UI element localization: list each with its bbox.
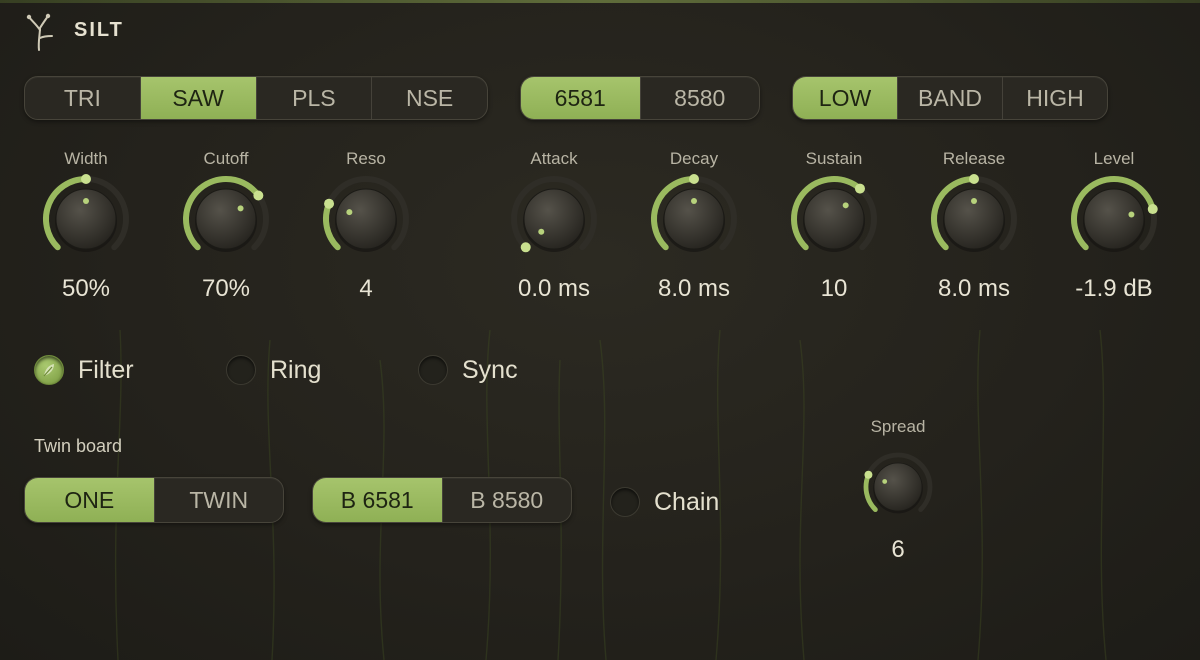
twin-mode-one[interactable]: ONE: [25, 478, 154, 522]
release-knob[interactable]: Release 8.0 ms: [904, 149, 1044, 329]
cutoff-knob-value: 70%: [201, 275, 251, 302]
cutoff-knob-label: Cutoff: [203, 149, 249, 168]
waveform-selector: TRI SAW PLS NSE: [24, 76, 488, 120]
filter-mode-low[interactable]: LOW: [793, 77, 897, 119]
attack-knob-value: 0.0 ms: [517, 275, 591, 302]
decay-dial[interactable]: [644, 169, 744, 269]
filter-mode-selector: LOW BAND HIGH: [792, 76, 1108, 120]
width-knob-label: Width: [64, 149, 108, 168]
level-dial[interactable]: [1064, 169, 1164, 269]
reso-knob-body: [335, 188, 397, 250]
level-knob-value: -1.9 dB: [1075, 275, 1153, 302]
width-pointer-dot: [83, 198, 89, 204]
release-dial[interactable]: [924, 169, 1024, 269]
sync-checkbox[interactable]: [418, 355, 448, 385]
width-arc-end-dot: [81, 174, 91, 184]
top-accent-line: [0, 0, 1200, 3]
twin-board-mode-selector: ONE TWIN: [24, 477, 284, 523]
filter-toggle[interactable]: Filter: [34, 355, 134, 385]
spread-knob[interactable]: Spread 6: [828, 417, 968, 597]
level-knob-label: Level: [1093, 149, 1135, 168]
width-dial[interactable]: [36, 169, 136, 269]
level-arc-end-dot: [1147, 204, 1158, 215]
width-knob-value: 50%: [61, 275, 111, 302]
sync-toggle-label: Sync: [462, 355, 518, 384]
brand-name: SILT: [74, 19, 124, 41]
reso-pointer-dot: [346, 209, 353, 216]
spread-dial[interactable]: [858, 447, 938, 527]
spread-knob-value: 6: [891, 536, 905, 563]
reso-knob[interactable]: Reso 4: [296, 149, 436, 329]
spread-knob-label: Spread: [870, 417, 926, 436]
level-knob-body: [1083, 188, 1145, 250]
attack-dial[interactable]: [504, 169, 604, 269]
chip-option-6581[interactable]: 6581: [521, 77, 640, 119]
attack-knob[interactable]: Attack 0.0 ms: [484, 149, 624, 329]
decay-pointer-dot: [691, 198, 697, 204]
board-chip-8580[interactable]: B 8580: [441, 478, 572, 522]
twin-mode-twin[interactable]: TWIN: [153, 478, 284, 522]
chip-option-8580[interactable]: 8580: [639, 77, 760, 119]
width-knob[interactable]: Width 50%: [16, 149, 156, 329]
cutoff-knob[interactable]: Cutoff 70%: [156, 149, 296, 329]
spread-knob-body: [873, 462, 923, 512]
chain-checkbox[interactable]: [610, 487, 640, 517]
level-pointer-dot: [1128, 211, 1135, 218]
decay-arc-end-dot: [689, 174, 699, 184]
reso-knob-value: 4: [359, 275, 373, 302]
ring-toggle-label: Ring: [270, 355, 322, 384]
attack-knob-body: [523, 188, 585, 250]
release-knob-value: 8.0 ms: [937, 275, 1011, 302]
cutoff-arc-end-dot: [253, 190, 264, 201]
sustain-pointer-dot: [842, 202, 849, 209]
attack-arc-end-dot: [520, 242, 531, 253]
filter-mode-band[interactable]: BAND: [897, 77, 1002, 119]
chain-toggle-label: Chain: [654, 487, 720, 516]
sustain-arc-end-dot: [854, 183, 865, 194]
decay-knob[interactable]: Decay 8.0 ms: [624, 149, 764, 329]
cutoff-pointer-dot: [237, 205, 244, 212]
cutoff-dial[interactable]: [176, 169, 276, 269]
chain-toggle[interactable]: Chain: [610, 487, 719, 517]
filter-checkbox[interactable]: [34, 355, 64, 385]
spread-arc-end-dot: [864, 470, 873, 479]
sustain-knob-body: [803, 188, 865, 250]
sync-toggle[interactable]: Sync: [418, 355, 518, 385]
ring-checkbox[interactable]: [226, 355, 256, 385]
reso-arc-end-dot: [324, 198, 335, 209]
waveform-option-nse[interactable]: NSE: [371, 77, 487, 119]
decay-knob-label: Decay: [669, 149, 719, 168]
board-chip-selector: B 6581 B 8580: [312, 477, 572, 523]
sustain-knob[interactable]: Sustain 10: [764, 149, 904, 329]
spread-pointer-dot: [882, 479, 888, 484]
reso-dial[interactable]: [316, 169, 416, 269]
silt-logo-icon: [26, 13, 53, 51]
cutoff-knob-body: [195, 188, 257, 250]
sustain-knob-value: 10: [820, 275, 848, 302]
level-knob[interactable]: Level -1.9 dB: [1044, 149, 1184, 329]
reso-knob-label: Reso: [346, 149, 386, 168]
attack-knob-label: Attack: [530, 149, 578, 168]
decay-knob-value: 8.0 ms: [657, 275, 731, 302]
sustain-dial[interactable]: [784, 169, 884, 269]
attack-pointer-dot: [538, 228, 545, 235]
leaf-check-icon: [43, 364, 54, 377]
filter-toggle-label: Filter: [78, 355, 134, 384]
ring-toggle[interactable]: Ring: [226, 355, 321, 385]
release-arc-end-dot: [969, 174, 979, 184]
filter-mode-high[interactable]: HIGH: [1002, 77, 1107, 119]
release-pointer-dot: [971, 198, 977, 204]
waveform-option-pls[interactable]: PLS: [255, 77, 372, 119]
waveform-option-saw[interactable]: SAW: [139, 77, 256, 119]
sustain-knob-label: Sustain: [805, 149, 863, 168]
chip-selector: 6581 8580: [520, 76, 760, 120]
release-knob-label: Release: [942, 149, 1006, 168]
board-chip-6581[interactable]: B 6581: [313, 478, 442, 522]
waveform-option-tri[interactable]: TRI: [25, 77, 140, 119]
twin-board-label: Twin board: [34, 436, 123, 456]
